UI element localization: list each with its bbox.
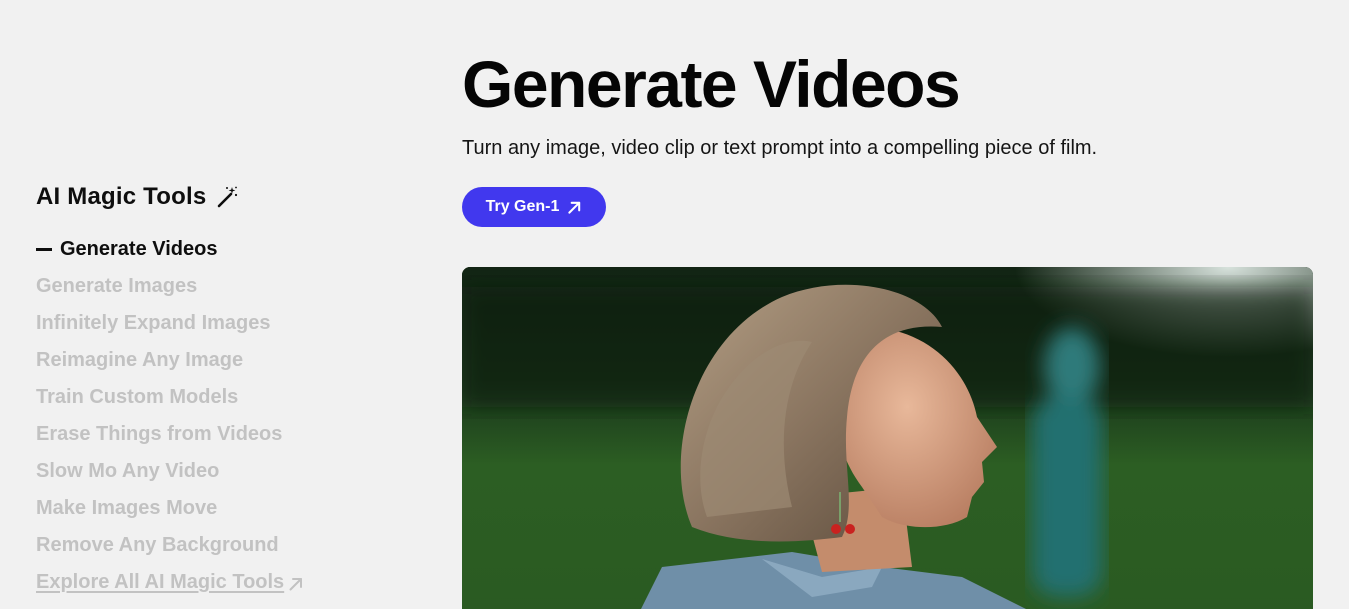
nav-item-infinitely-expand-images[interactable]: Infinitely Expand Images <box>36 305 396 342</box>
nav-item-reimagine-any-image[interactable]: Reimagine Any Image <box>36 342 396 379</box>
explore-all-tools-link[interactable]: Explore All AI Magic Tools <box>36 564 396 601</box>
nav-item-label: Erase Things from Videos <box>36 423 283 445</box>
page-subtitle: Turn any image, video clip or text promp… <box>462 137 1098 159</box>
explore-link-label: Explore All AI Magic Tools <box>36 571 285 593</box>
external-arrow-icon <box>567 200 582 215</box>
nav-item-label: Slow Mo Any Video <box>36 460 220 482</box>
external-arrow-icon <box>288 575 304 591</box>
magic-wand-icon <box>216 186 238 208</box>
tools-nav: Generate Videos Generate Images Infinite… <box>36 231 396 564</box>
video-frame <box>462 267 1313 609</box>
nav-item-label: Infinitely Expand Images <box>36 312 271 334</box>
nav-item-label: Make Images Move <box>36 497 218 519</box>
page-title: Generate Videos <box>462 47 961 121</box>
nav-item-slow-mo-any-video[interactable]: Slow Mo Any Video <box>36 453 396 490</box>
active-indicator <box>36 248 52 251</box>
nav-item-remove-any-background[interactable]: Remove Any Background <box>36 527 396 564</box>
try-gen1-button-label: Try Gen-1 <box>485 198 560 215</box>
nav-item-label: Train Custom Models <box>36 386 239 408</box>
sidebar-header: AI Magic Tools <box>36 180 396 214</box>
try-gen1-button[interactable]: Try Gen-1 <box>462 187 606 227</box>
video-preview[interactable] <box>462 267 1313 609</box>
nav-item-label: Generate Images <box>36 275 198 297</box>
sidebar: AI Magic Tools Generate Videos Generate … <box>36 180 396 601</box>
nav-item-generate-images[interactable]: Generate Images <box>36 268 396 305</box>
nav-item-make-images-move[interactable]: Make Images Move <box>36 490 396 527</box>
nav-item-label: Reimagine Any Image <box>36 349 244 371</box>
nav-item-generate-videos[interactable]: Generate Videos <box>36 231 396 268</box>
nav-item-train-custom-models[interactable]: Train Custom Models <box>36 379 396 416</box>
sidebar-title: AI Magic Tools <box>36 183 207 210</box>
page: AI Magic Tools Generate Videos Generate … <box>0 0 1349 609</box>
nav-item-erase-things-from-videos[interactable]: Erase Things from Videos <box>36 416 396 453</box>
nav-item-label: Generate Videos <box>60 238 218 260</box>
nav-item-label: Remove Any Background <box>36 534 279 556</box>
